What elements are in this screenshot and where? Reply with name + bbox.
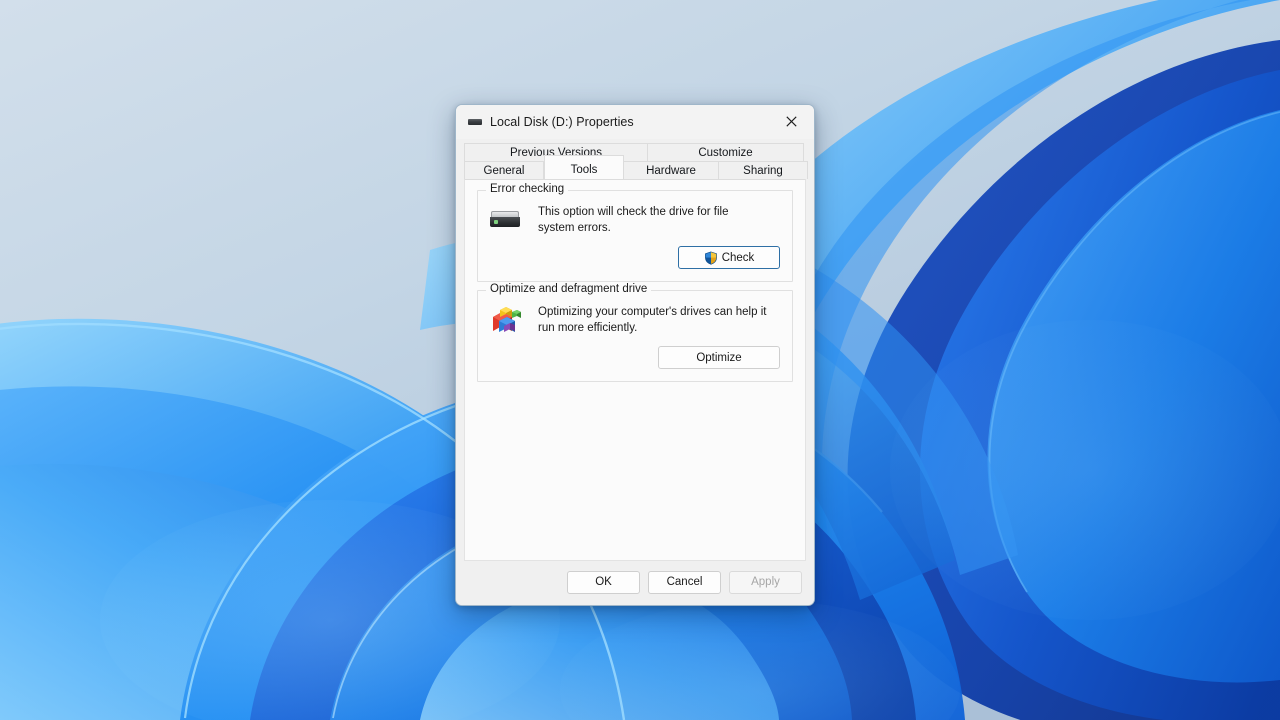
tab-general[interactable]: General xyxy=(464,161,544,179)
window-title: Local Disk (D:) Properties xyxy=(490,115,634,129)
group-title: Optimize and defragment drive xyxy=(486,283,651,295)
properties-dialog: Local Disk (D:) Properties Previous Vers… xyxy=(455,104,815,606)
group-error-checking: Error checking This option will check th… xyxy=(477,190,793,282)
cancel-button[interactable]: Cancel xyxy=(648,571,721,594)
tab-label: General xyxy=(484,165,525,177)
tab-customize[interactable]: Customize xyxy=(648,143,804,161)
tab-hardware[interactable]: Hardware xyxy=(624,161,719,179)
tab-row-top: Previous Versions Customize xyxy=(464,143,806,161)
optimize-description: Optimizing your computer's drives can he… xyxy=(538,303,768,336)
dialog-footer: OK Cancel Apply xyxy=(456,561,814,605)
hard-drive-icon xyxy=(490,203,524,235)
apply-button: Apply xyxy=(729,571,802,594)
apply-button-label: Apply xyxy=(751,576,780,588)
close-icon[interactable] xyxy=(769,105,814,138)
tab-label: Sharing xyxy=(743,165,783,177)
hard-drive-icon xyxy=(467,114,483,130)
titlebar[interactable]: Local Disk (D:) Properties xyxy=(456,105,814,139)
group-title: Error checking xyxy=(486,183,568,195)
group-optimize-defragment: Optimize and defragment drive xyxy=(477,290,793,382)
tab-label: Hardware xyxy=(646,165,696,177)
tab-label: Tools xyxy=(571,164,598,176)
optimize-button-label: Optimize xyxy=(696,352,741,364)
uac-shield-icon xyxy=(704,251,718,265)
tab-content-tools: Error checking This option will check th… xyxy=(464,179,806,561)
tab-label: Customize xyxy=(698,147,752,159)
check-button[interactable]: Check xyxy=(678,246,780,269)
tab-sharing[interactable]: Sharing xyxy=(719,161,808,179)
desktop: Local Disk (D:) Properties Previous Vers… xyxy=(0,0,1280,720)
tab-strip: Previous Versions Customize General Tool… xyxy=(456,139,814,179)
ok-button[interactable]: OK xyxy=(567,571,640,594)
error-checking-description: This option will check the drive for fil… xyxy=(538,203,768,236)
tab-tools[interactable]: Tools xyxy=(544,155,624,179)
defragment-drive-icon xyxy=(490,303,524,335)
check-button-label: Check xyxy=(722,252,755,264)
cancel-button-label: Cancel xyxy=(667,576,703,588)
tab-row-bottom: General Tools Hardware Sharing xyxy=(464,161,806,179)
optimize-button[interactable]: Optimize xyxy=(658,346,780,369)
ok-button-label: OK xyxy=(595,576,612,588)
